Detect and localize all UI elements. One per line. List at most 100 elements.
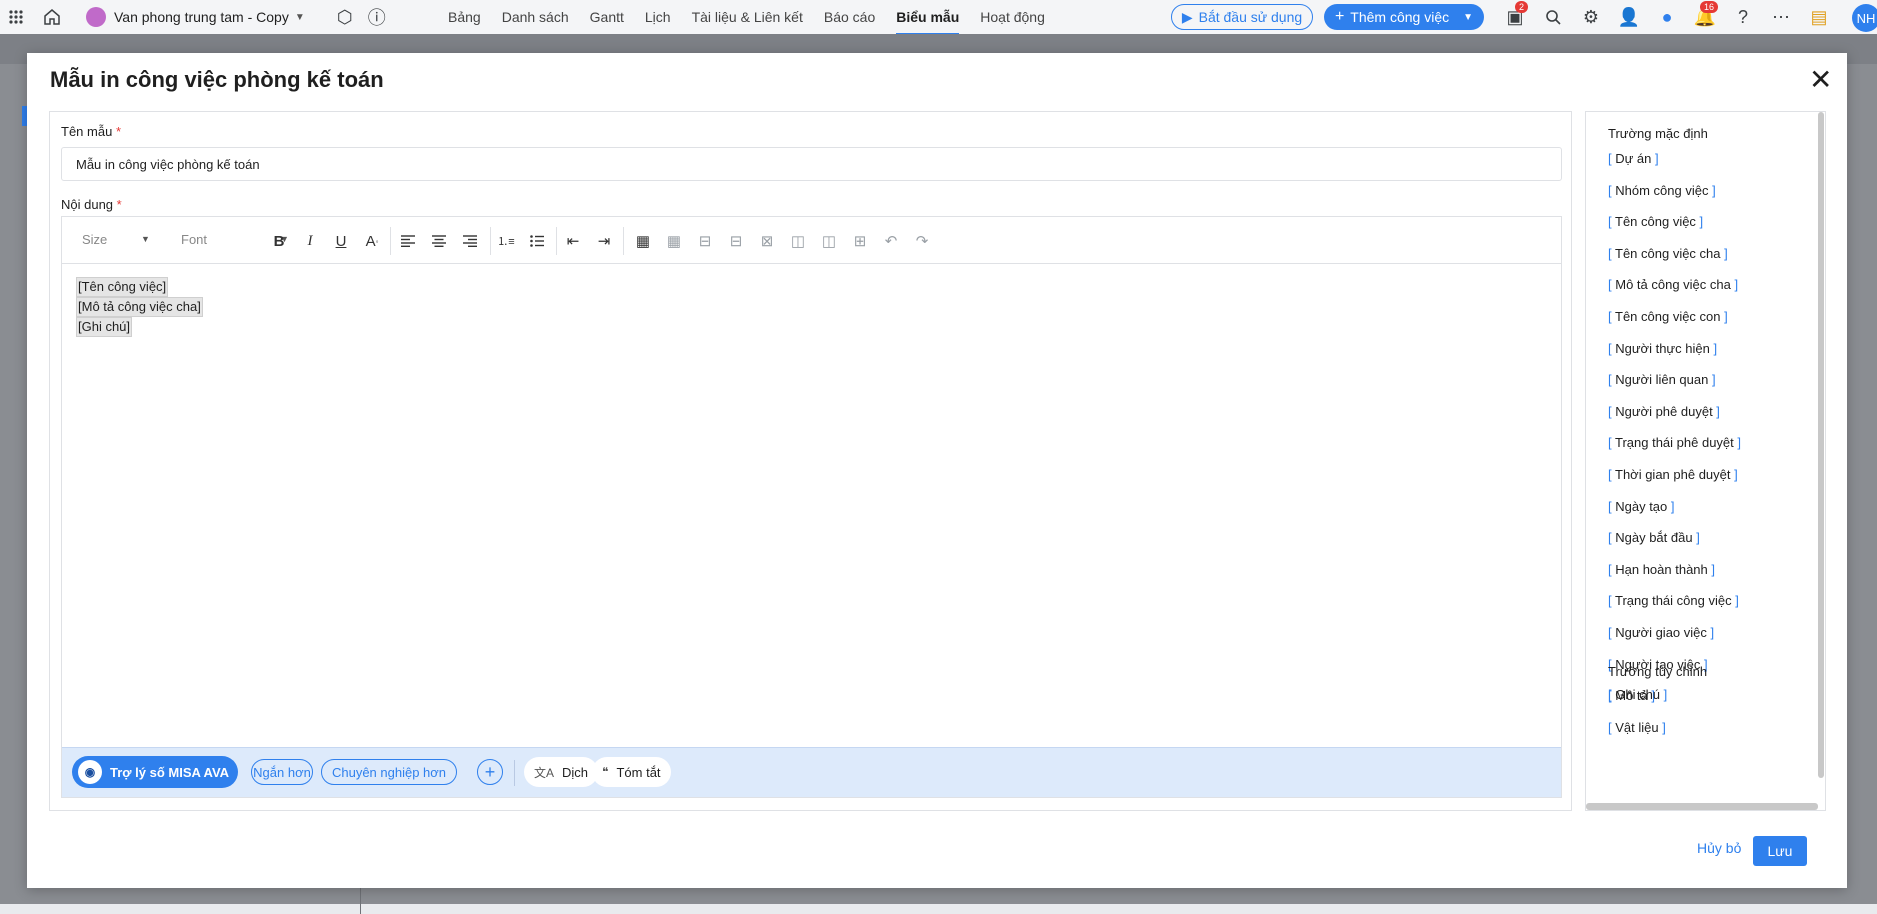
top-right-actions: ▣ 2 ⚙ 👤 ● 🔔 16 ? ⋯ ▤ [1496,1,1838,31]
field-item[interactable]: [ Trạng thái công việc ] [1608,593,1739,608]
bag-icon[interactable]: ▤ [1800,3,1838,31]
field-item[interactable]: [ Trạng thái phê duyệt ] [1608,435,1741,450]
insert-column-right-icon[interactable]: ◫ [818,230,840,252]
chat-icon[interactable]: ● [1648,3,1686,31]
bold-icon[interactable]: B [268,230,290,252]
add-task-button[interactable]: + Thêm công việc ▼ [1324,4,1484,30]
insert-row-above-icon[interactable]: ⊟ [694,230,716,252]
chevron-down-icon[interactable]: ▼ [1463,12,1473,23]
insert-row-below-icon[interactable]: ⊟ [725,230,747,252]
align-right-icon[interactable] [459,230,481,252]
field-item[interactable]: [ Người phê duyệt ] [1608,404,1720,419]
tab-bao-cao[interactable]: Báo cáo [824,3,875,31]
align-center-icon[interactable] [428,230,450,252]
field-item[interactable]: [ Người thực hiện ] [1608,341,1717,356]
field-item[interactable]: [ Người giao việc ] [1608,625,1714,640]
gear-icon[interactable]: ⚙ [1572,3,1610,31]
editor-content[interactable]: [Tên công việc] [Mô tả công việc cha] [G… [76,277,203,337]
italic-icon[interactable]: I [299,230,321,252]
project-name[interactable]: Van phong trung tam - Copy [114,9,289,25]
field-item[interactable]: [ Ngày bắt đầu ] [1608,530,1700,545]
field-item[interactable]: [ Thời gian phê duyệt ] [1608,467,1738,482]
tab-lich[interactable]: Lịch [645,3,671,31]
field-item[interactable]: [ Người liên quan ] [1608,372,1716,387]
more-professional-chip[interactable]: Chuyên nghiệp hơn [321,759,457,785]
shorter-chip[interactable]: Ngắn hơn [251,759,313,785]
user-avatar[interactable]: NH [1852,4,1877,32]
tab-danh-sach[interactable]: Danh sách [502,3,569,31]
field-token[interactable]: [Ghi chú] [76,317,133,337]
settings-hex-icon[interactable]: ⬡ [331,3,359,31]
start-using-button[interactable]: ▶ Bắt đầu sử dụng [1171,4,1313,30]
field-item[interactable]: [ Mô tả công việc cha ] [1608,277,1738,292]
tab-tai-lieu[interactable]: Tài liệu & Liên kết [692,3,803,31]
translate-button[interactable]: 文A Dịch [524,757,599,787]
align-left-icon[interactable] [397,230,419,252]
field-label: Hạn hoàn thành [1615,561,1708,577]
apps-grid-icon[interactable] [2,3,30,31]
field-item[interactable]: [ Ghi chú ] [1608,687,1667,702]
more-icon[interactable]: ⋯ [1762,3,1800,31]
bracket: ] [1712,403,1720,419]
tab-hoat-dong[interactable]: Hoạt động [980,3,1045,31]
add-member-icon[interactable]: 👤 [1610,3,1648,31]
template-name-input[interactable]: Mẫu in công việc phòng kế toán [61,147,1562,181]
delete-column-icon[interactable]: ⊞ [849,230,871,252]
undo-icon[interactable]: ↶ [880,230,902,252]
field-label: Nhóm công việc [1615,182,1709,198]
field-item[interactable]: [ Tên công việc con ] [1608,309,1728,324]
text-color-icon[interactable]: A ◦ [361,230,383,252]
insert-table-icon[interactable]: ▦ [632,230,654,252]
bracket: ] [1708,372,1716,388]
info-icon[interactable]: ⓘ [363,3,391,31]
close-icon[interactable]: ✕ [1809,66,1832,94]
field-label: Vật liệu [1615,719,1659,735]
redo-icon[interactable]: ↷ [911,230,933,252]
bracket: ] [1667,498,1675,514]
field-item[interactable]: [ Tên công việc ] [1608,214,1703,229]
home-icon[interactable] [38,3,66,31]
ai-divider [514,760,515,786]
field-item[interactable]: [ Tên công việc cha ] [1608,246,1728,261]
summary-button[interactable]: ❝ Tóm tắt [592,757,671,787]
tab-bieu-mau[interactable]: Biểu mẫu [896,3,960,35]
bell-icon[interactable]: 🔔 16 [1686,1,1724,31]
cart-icon[interactable]: ▣ 2 [1496,1,1534,31]
field-token[interactable]: [Mô tả công việc cha] [76,297,203,317]
field-token[interactable]: [Tên công việc] [76,277,169,297]
field-item[interactable]: [ Vật liệu ] [1608,720,1666,735]
add-prompt-icon[interactable]: + [477,759,503,785]
tab-gantt[interactable]: Gantt [590,3,624,31]
font-size-select[interactable]: Size [82,232,107,247]
custom-fields-title: Trường tùy chỉnh [1608,664,1708,679]
caret-down-icon[interactable]: ▼ [141,234,150,244]
ai-assistant-button[interactable]: ◉ Trợ lý số MISA AVA [72,756,238,788]
bracket: ] [1692,530,1700,546]
field-item[interactable]: [ Dự án ] [1608,151,1659,166]
vertical-scrollbar[interactable] [1818,112,1824,778]
tab-bang[interactable]: Bảng [448,3,481,31]
chevron-down-icon[interactable]: ▼ [295,12,305,23]
field-item[interactable]: [ Ngày tạo ] [1608,499,1675,514]
insert-column-left-icon[interactable]: ◫ [787,230,809,252]
translate-icon: 文A [534,765,555,780]
bullet-list-icon[interactable] [526,230,548,252]
horizontal-scrollbar[interactable] [1586,803,1818,810]
ordered-list-icon[interactable]: ⒈≡ [495,230,517,252]
outdent-icon[interactable]: ⇤ [562,230,584,252]
field-label: Ngày bắt đầu [1615,530,1693,546]
plus-icon: + [1334,8,1345,25]
cancel-button[interactable]: Hủy bỏ [1697,840,1741,856]
help-icon[interactable]: ? [1724,3,1762,31]
search-icon[interactable] [1534,3,1572,31]
delete-row-icon[interactable]: ⊠ [756,230,778,252]
font-family-select[interactable]: Font [181,232,207,247]
field-item[interactable]: [ Nhóm công việc ] [1608,183,1716,198]
save-button[interactable]: Lưu [1753,836,1807,866]
bracket: ] [1658,719,1666,735]
bracket: ] [1720,309,1728,324]
indent-icon[interactable]: ⇥ [593,230,615,252]
delete-table-icon[interactable]: ▦ [663,230,685,252]
field-item[interactable]: [ Hạn hoàn thành ] [1608,562,1715,577]
underline-icon[interactable]: U [330,230,352,252]
